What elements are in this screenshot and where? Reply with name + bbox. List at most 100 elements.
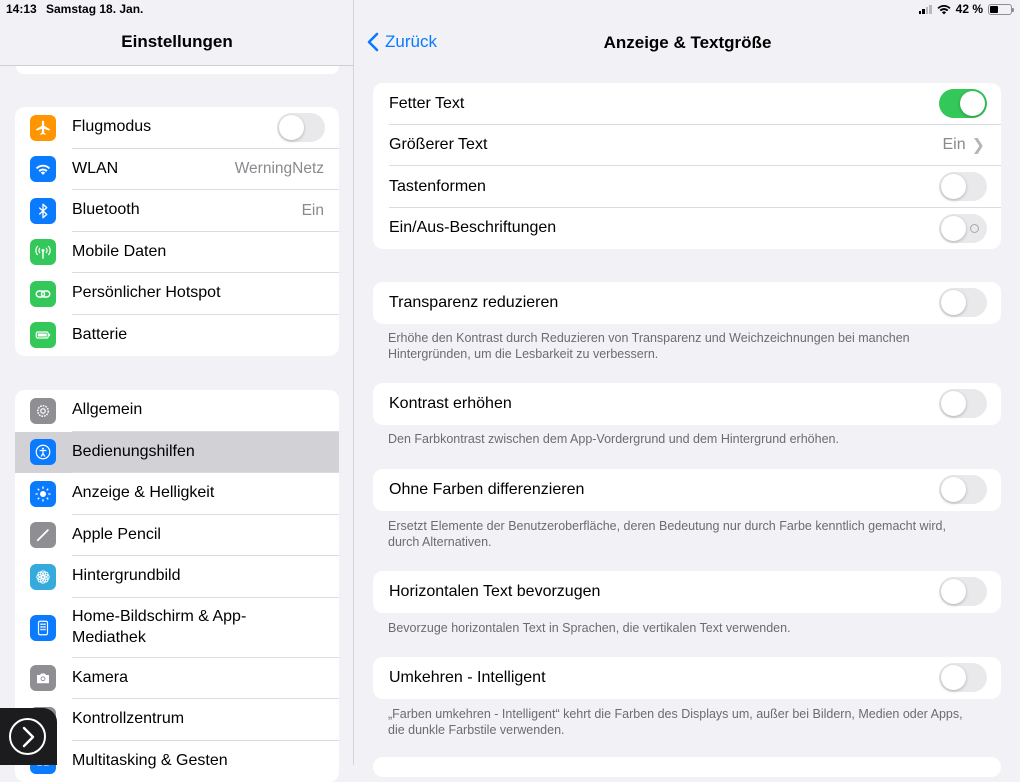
flower-icon [30,564,56,590]
farben-group: Ohne Farben differenzieren [373,469,1001,511]
chevron-left-icon [367,32,379,52]
transparenz-toggle[interactable] [939,288,987,317]
row-label: Tastenformen [389,178,939,196]
back-button[interactable]: Zurück [367,32,437,52]
row-label: Ohne Farben differenzieren [389,481,939,499]
sidebar-group-stub [16,66,339,74]
bluetooth-icon [30,198,56,224]
row-ein-aus-beschriftungen[interactable]: Ein/Aus-Beschriftungen [373,208,1001,250]
sidebar-item-bluetooth[interactable]: Bluetooth Ein [15,190,339,232]
transparenz-note: Erhöhe den Kontrast durch Reduzieren von… [388,330,978,362]
row-label: Horizontalen Text bevorzugen [389,583,939,601]
row-groesserer-text[interactable]: Größerer Text Ein ❯ [373,125,1001,167]
fetter-text-toggle[interactable] [939,89,987,118]
link-icon [30,281,56,307]
sidebar-item-hotspot[interactable]: Persönlicher Hotspot [15,273,339,315]
kontrast-note: Den Farbkontrast zwischen dem App-Vorder… [388,431,978,447]
sidebar-group-connectivity: Flugmodus WLAN WerningNetz Bluetooth Ein… [15,107,339,356]
row-kontrast-erhoehen[interactable]: Kontrast erhöhen [373,383,1001,425]
horizontal-note: Bevorzuge horizontalen Text in Sprachen,… [388,620,978,636]
row-transparenz-reduzieren[interactable]: Transparenz reduzieren [373,282,1001,324]
sidebar-item-wlan[interactable]: WLAN WerningNetz [15,149,339,191]
row-horizontalen-text[interactable]: Horizontalen Text bevorzugen [373,571,1001,613]
sidebar-item-apple-pencil[interactable]: Apple Pencil [15,515,339,557]
sidebar-item-label: Flugmodus [72,117,277,138]
battery-icon [30,322,56,348]
sidebar-item-kamera[interactable]: Kamera [15,658,339,700]
bluetooth-value: Ein [302,202,324,220]
detail-pane: Anzeige & Textgröße Zurück Fetter Text G… [355,0,1020,765]
row-label: Transparenz reduzieren [389,294,939,312]
ein-aus-beschriftungen-toggle[interactable] [939,214,987,243]
row-label: Fetter Text [389,95,939,113]
airplane-icon [30,115,56,141]
sidebar-item-anzeige-helligkeit[interactable]: Anzeige & Helligkeit [15,473,339,515]
sidebar-item-label: Batterie [72,325,339,346]
next-group-stub [373,757,1001,777]
row-label: Kontrast erhöhen [389,395,939,413]
sidebar-item-label: WLAN [72,159,235,180]
status-time: 14:13 [6,2,37,16]
kontrast-toggle[interactable] [939,389,987,418]
kontrast-group: Kontrast erhöhen [373,383,1001,425]
umkehren-group: Umkehren - Intelligent [373,657,1001,699]
sidebar-item-label: Allgemein [72,400,339,421]
flugmodus-toggle[interactable] [277,113,325,142]
sidebar-item-label: Apple Pencil [72,525,339,546]
sidebar-item-home-bildschirm[interactable]: Home-Bildschirm & App-Mediathek [15,598,339,658]
sidebar-item-label: Bluetooth [72,200,302,221]
wifi-status-icon [937,4,951,15]
sidebar-item-hintergrundbild[interactable]: Hintergrundbild [15,556,339,598]
umkehren-toggle[interactable] [939,663,987,692]
sidebar-item-kontrollzentrum[interactable]: Kontrollzentrum [15,699,339,741]
sidebar-item-allgemein[interactable]: Allgemein [15,390,339,432]
sidebar-item-label: Kontrollzentrum [72,709,339,730]
transparenz-group: Transparenz reduzieren [373,282,1001,324]
farben-note: Ersetzt Elemente der Benutzeroberfläche,… [388,518,978,550]
gear-icon [30,398,56,424]
row-label: Umkehren - Intelligent [389,669,939,687]
sidebar-title: Einstellungen [0,32,354,52]
horizontal-toggle[interactable] [939,577,987,606]
sidebar-item-label: Hintergrundbild [72,566,339,587]
back-label: Zurück [385,32,437,52]
groesserer-text-value: Ein [942,136,965,154]
sun-icon [30,481,56,507]
sidebar-item-label: Anzeige & Helligkeit [72,483,339,504]
row-umkehren-intelligent[interactable]: Umkehren - Intelligent [373,657,1001,699]
tastenformen-toggle[interactable] [939,172,987,201]
sidebar-item-flugmodus[interactable]: Flugmodus [15,107,339,149]
floating-menu-button[interactable] [0,708,57,765]
page-title: Anzeige & Textgröße [355,33,1020,53]
wlan-value: WerningNetz [235,160,324,178]
antenna-icon [30,239,56,265]
sidebar-item-multitasking[interactable]: Multitasking & Gesten [15,741,339,782]
sidebar-item-mobile-daten[interactable]: Mobile Daten [15,232,339,274]
cellular-signal-icon [919,4,932,14]
status-date: Samstag 18. Jan. [46,2,143,16]
sidebar-item-label: Mobile Daten [72,242,339,263]
sidebar-item-label: Bedienungshilfen [72,442,339,463]
sidebar-item-bedienungshilfen[interactable]: Bedienungshilfen [15,432,339,474]
battery-icon [988,4,1012,15]
sidebar-item-label: Home-Bildschirm & App-Mediathek [72,607,272,649]
sidebar-item-label: Multitasking & Gesten [72,751,339,772]
sidebar-item-batterie[interactable]: Batterie [15,315,339,357]
sidebar: Einstellungen Flugmodus WLAN WerningNetz… [0,0,354,765]
ohne-farben-toggle[interactable] [939,475,987,504]
horizontal-group: Horizontalen Text bevorzugen [373,571,1001,613]
pencil-icon [30,522,56,548]
wifi-icon [30,156,56,182]
battery-percent: 42 % [956,2,983,16]
row-tastenformen[interactable]: Tastenformen [373,166,1001,208]
sidebar-item-label: Kamera [72,668,339,689]
status-bar: 14:13 Samstag 18. Jan. 42 % [0,0,1020,18]
text-options-group: Fetter Text Größerer Text Ein ❯ Tastenfo… [373,83,1001,249]
chevron-right-icon [9,718,46,755]
grid-icon [30,615,56,641]
camera-icon [30,665,56,691]
row-label: Größerer Text [389,136,942,154]
row-fetter-text[interactable]: Fetter Text [373,83,1001,125]
umkehren-note: „Farben umkehren - Intelligent“ kehrt di… [388,706,978,738]
row-ohne-farben[interactable]: Ohne Farben differenzieren [373,469,1001,511]
